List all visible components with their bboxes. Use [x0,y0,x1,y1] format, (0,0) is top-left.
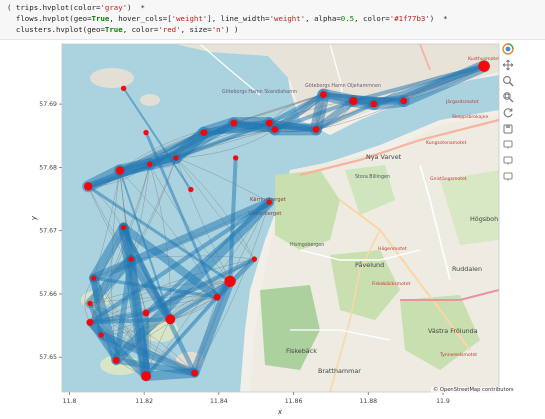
map-label: Järgardsmotet [445,99,479,105]
hover-icon[interactable] [501,171,515,185]
code-cell[interactable]: ( trips.hvplot(color='gray') * flows.hvp… [0,0,545,40]
hover-icon[interactable] [501,139,515,153]
cluster-point[interactable] [86,318,94,326]
cluster-point[interactable] [120,85,127,91]
x-axis: 11.8 11.82 11.84 11.86 11.88 11.9 [63,392,450,405]
y-tick-label: 57.69 [39,101,57,108]
plot-figure[interactable]: Göteborgs Hamn Skandiahamn Göteborgs Ham… [0,40,545,419]
y-axis-label: y [30,215,38,221]
cluster-point[interactable] [128,256,134,262]
x-tick-label: 11.8 [63,398,77,405]
cluster-point[interactable] [87,300,93,307]
x-axis-label: x [277,408,283,416]
cluster-point[interactable] [213,293,221,301]
map-label: Högenmotet [378,246,407,252]
hover-icon[interactable] [501,155,515,169]
box-zoom-icon[interactable] [501,91,515,105]
cluster-point[interactable] [141,371,151,382]
y-axis: 57.69 57.68 57.67 57.66 57.65 [39,101,62,361]
cluster-point[interactable] [312,125,320,133]
cluster-point[interactable] [91,275,97,281]
y-tick-label: 57.68 [39,164,57,171]
map-label: Påvelund [355,260,384,269]
cluster-point[interactable] [143,129,149,136]
cluster-point[interactable] [173,155,179,161]
map-label: Fiskebäck [286,347,317,355]
cluster-point[interactable] [349,96,358,106]
cluster-point[interactable] [188,186,194,193]
map-label: Gnistängsmotet [430,176,467,182]
cluster-point[interactable] [320,91,327,99]
cluster-point[interactable] [232,155,239,161]
cluster-point[interactable] [400,97,408,105]
x-tick-label: 11.82 [135,398,153,405]
wheel-zoom-icon[interactable] [501,75,515,89]
x-tick-label: 11.86 [285,398,303,405]
cluster-point[interactable] [115,166,125,175]
cluster-point[interactable] [147,161,153,167]
map-label: Högsbohöjd [470,215,508,223]
map-label: Kungsstenamotet [426,140,467,146]
cluster-point[interactable] [98,332,104,338]
reset-icon[interactable] [501,107,515,121]
map-label: Göteborgs Hamn Skandiahamn [222,89,297,95]
cluster-point[interactable] [112,356,120,364]
bokeh-logo-icon[interactable] [501,43,515,57]
cluster-point[interactable] [200,129,208,137]
save-icon[interactable] [501,123,515,137]
bokeh-toolbar [499,40,517,181]
map-attribution[interactable]: © OpenStreetMap contributors [431,387,516,393]
cluster-point[interactable] [224,275,236,287]
x-tick-label: 11.88 [359,398,377,405]
map-label: Bratthammar [318,367,361,375]
map-label: Skeppsbrokajen [452,114,488,120]
cluster-point[interactable] [191,369,199,377]
map-label: Västra Frölunda [428,327,478,335]
y-tick-label: 57.66 [39,291,57,298]
y-tick-label: 57.65 [39,354,57,361]
cluster-point[interactable] [83,182,93,191]
cluster-point[interactable] [478,60,490,72]
map-label: Fiskebäcksmotet [372,281,411,287]
cluster-point[interactable] [251,256,258,262]
code-line-3: clusters.hvplot(geo=True, color='red', s… [7,25,239,34]
x-tick-label: 11.84 [210,398,228,405]
cluster-point[interactable] [142,309,150,317]
map-label: Ruddalen [452,265,482,273]
x-tick-label: 11.9 [436,398,450,405]
map-label: Stora Billingen [355,174,390,180]
code-line-1: ( trips.hvplot(color='gray') * [7,3,145,12]
map-label: Hisingsbergen [290,242,324,248]
pan-icon[interactable] [501,59,515,73]
y-tick-label: 57.67 [39,228,57,235]
cluster-point[interactable] [370,100,378,108]
code-line-2: flows.hvplot(geo=True, hover_cols=['weig… [7,14,448,23]
cluster-point[interactable] [165,314,176,325]
cluster-point[interactable] [230,119,238,127]
map-label: Tynneredsmotet [439,352,477,358]
map-label: Göteborgs Hamn Oljehammnen [305,83,381,89]
cluster-point[interactable] [265,119,273,127]
cluster-point[interactable] [266,199,272,205]
cluster-point[interactable] [271,125,279,133]
cluster-point[interactable] [120,224,127,231]
map-label: Nya Varvet [366,153,402,161]
